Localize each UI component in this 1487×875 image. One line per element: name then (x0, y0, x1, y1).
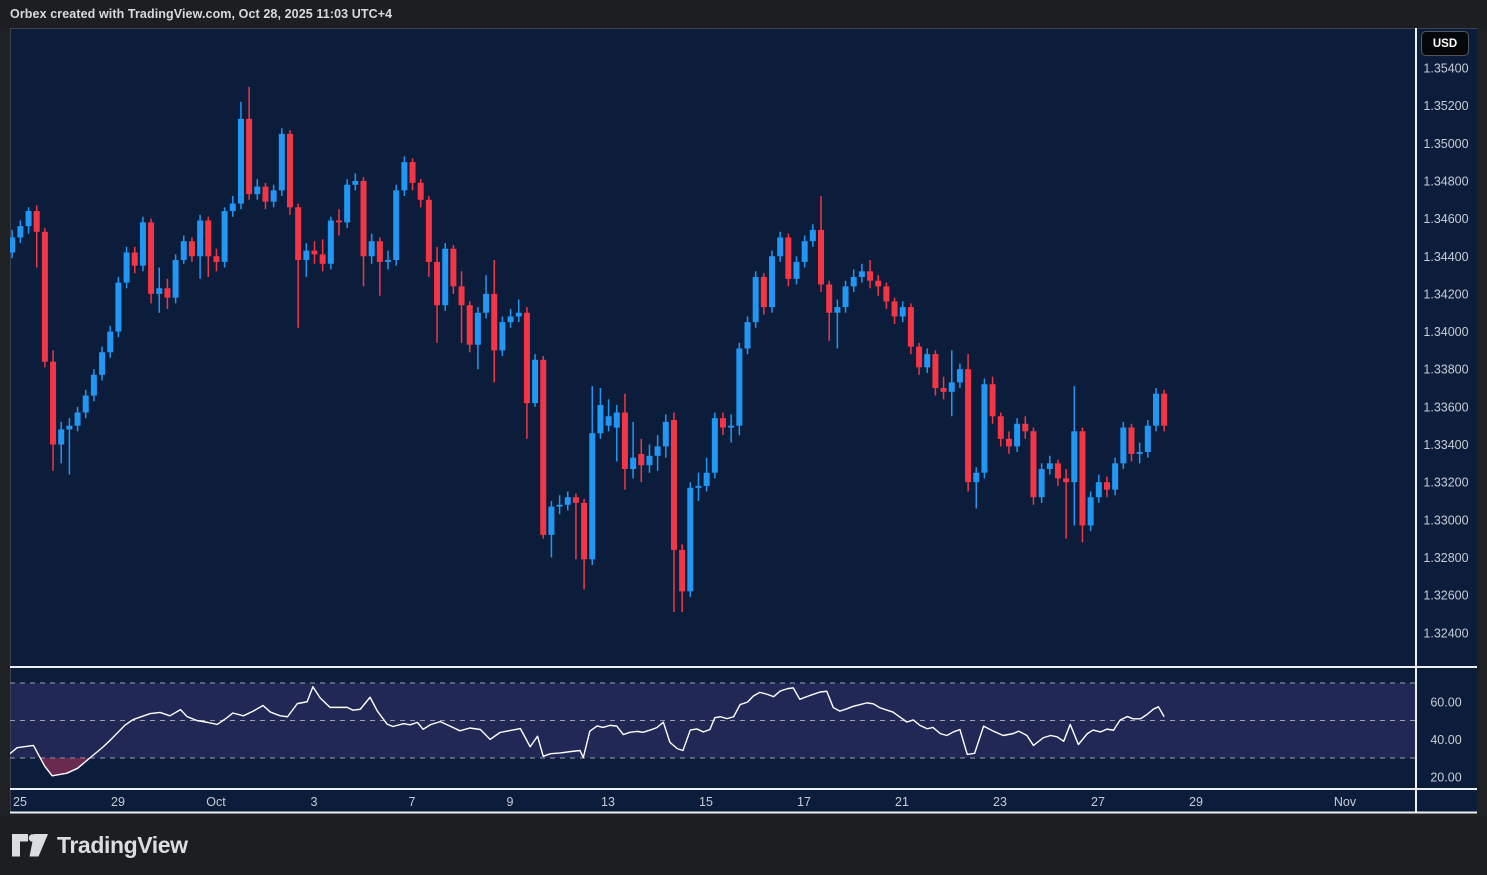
candle[interactable] (712, 412, 718, 478)
tradingview-logo-text: TradingView (57, 832, 188, 859)
candle[interactable] (1088, 492, 1094, 532)
chart-canvas[interactable]: 1.354001.352001.350001.348001.346001.344… (0, 0, 1487, 816)
candle[interactable] (687, 482, 693, 597)
candle[interactable] (736, 343, 742, 435)
candle[interactable] (1039, 463, 1045, 503)
candle[interactable] (1153, 388, 1159, 431)
candle[interactable] (328, 217, 334, 270)
currency-button-label: USD (1433, 38, 1457, 50)
candle[interactable] (753, 271, 759, 327)
candle[interactable] (344, 179, 350, 228)
currency-button[interactable]: USD (1421, 31, 1469, 56)
footer-bar: TradingView (0, 816, 1487, 875)
time-axis[interactable] (10, 789, 1416, 813)
candle[interactable] (1161, 390, 1167, 431)
candle[interactable] (1145, 420, 1151, 458)
price-axis[interactable] (1416, 28, 1477, 813)
candle[interactable] (499, 316, 505, 356)
candle[interactable] (1079, 428, 1085, 543)
candle[interactable] (532, 354, 538, 407)
candle[interactable] (965, 354, 971, 491)
candle[interactable] (287, 130, 293, 215)
candle[interactable] (785, 234, 791, 287)
tradingview-logo[interactable]: TradingView (12, 832, 188, 859)
candle[interactable] (981, 379, 987, 479)
candle[interactable] (115, 277, 121, 337)
candle[interactable] (540, 356, 546, 539)
candle[interactable] (442, 243, 448, 311)
candle[interactable] (279, 128, 285, 196)
candle[interactable] (124, 247, 130, 288)
candle[interactable] (140, 217, 146, 272)
candle[interactable] (1120, 422, 1126, 469)
candle[interactable] (393, 185, 399, 266)
candle[interactable] (42, 228, 48, 367)
tradingview-logo-icon (12, 834, 48, 857)
candle[interactable] (222, 207, 228, 267)
candle[interactable] (769, 251, 775, 313)
candle[interactable] (148, 219, 154, 304)
candle[interactable] (467, 301, 473, 352)
candle[interactable] (908, 303, 914, 354)
candle[interactable] (401, 156, 407, 196)
candle[interactable] (173, 254, 179, 303)
candle[interactable] (1030, 428, 1036, 505)
